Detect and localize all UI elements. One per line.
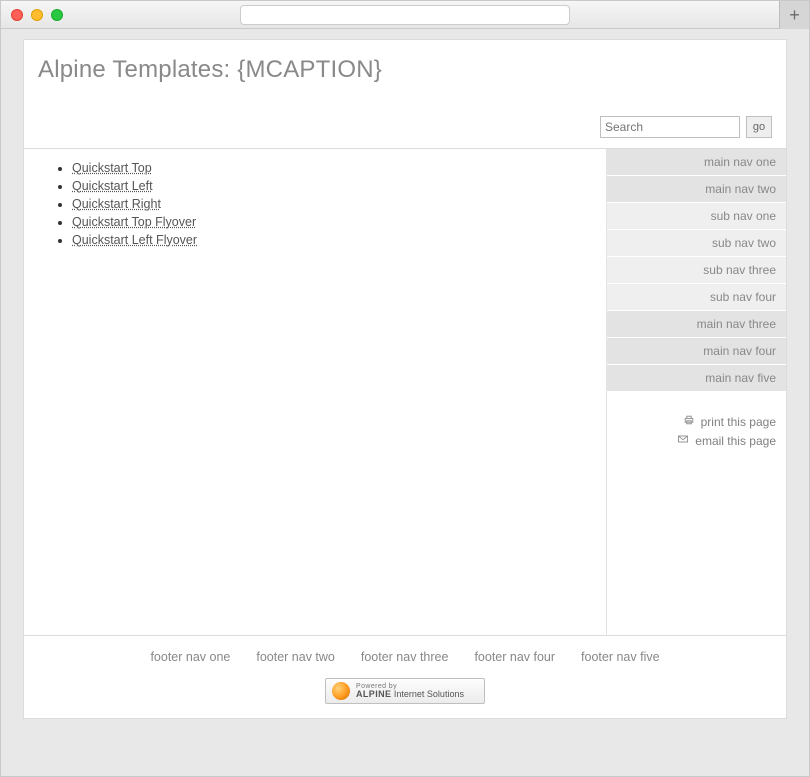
window-controls bbox=[1, 9, 63, 21]
page-title: Alpine Templates: {MCAPTION} bbox=[38, 56, 772, 84]
footer-link[interactable]: footer nav three bbox=[361, 650, 449, 664]
side-nav: main nav one main nav two sub nav one su… bbox=[607, 149, 786, 392]
footer-link[interactable]: footer nav one bbox=[150, 650, 230, 664]
email-page-label: email this page bbox=[695, 434, 776, 448]
body-columns: Quickstart Top Quickstart Left Quickstar… bbox=[24, 148, 786, 635]
badge-line2: ALPINE Internet Solutions bbox=[356, 690, 464, 699]
sidebar-sub-item[interactable]: sub nav four bbox=[607, 284, 786, 311]
page-tools: print this page email this page bbox=[607, 392, 786, 470]
page-viewport: Alpine Templates: {MCAPTION} go Quicksta… bbox=[1, 29, 809, 776]
badge-rest: Internet Solutions bbox=[391, 689, 464, 699]
sidebar-sub-item[interactable]: sub nav three bbox=[607, 257, 786, 284]
address-bar[interactable] bbox=[240, 5, 570, 25]
list-item: Quickstart Top Flyover bbox=[72, 213, 586, 231]
sidebar-item[interactable]: main nav five bbox=[607, 365, 786, 392]
quickstart-link[interactable]: Quickstart Top bbox=[72, 161, 152, 175]
quickstart-link[interactable]: Quickstart Left bbox=[72, 179, 153, 193]
sidebar-sub-item[interactable]: sub nav two bbox=[607, 230, 786, 257]
sidebar-item[interactable]: main nav four bbox=[607, 338, 786, 365]
list-item: Quickstart Right bbox=[72, 195, 586, 213]
content-card: Alpine Templates: {MCAPTION} go Quicksta… bbox=[23, 39, 787, 719]
list-item: Quickstart Left bbox=[72, 177, 586, 195]
search-input[interactable] bbox=[600, 116, 740, 138]
footer-link[interactable]: footer nav five bbox=[581, 650, 660, 664]
list-item: Quickstart Top bbox=[72, 159, 586, 177]
main-column: Quickstart Top Quickstart Left Quickstar… bbox=[24, 149, 606, 635]
sidebar-item[interactable]: main nav one bbox=[607, 149, 786, 176]
footer-link[interactable]: footer nav four bbox=[474, 650, 555, 664]
quickstart-list: Quickstart Top Quickstart Left Quickstar… bbox=[44, 159, 586, 249]
list-item: Quickstart Left Flyover bbox=[72, 231, 586, 249]
badge-brand: ALPINE bbox=[356, 689, 391, 699]
close-window-button[interactable] bbox=[11, 9, 23, 21]
footer-links: footer nav one footer nav two footer nav… bbox=[150, 650, 659, 664]
search-row: go bbox=[24, 92, 786, 148]
sidebar-sub-item[interactable]: sub nav one bbox=[607, 203, 786, 230]
side-column: main nav one main nav two sub nav one su… bbox=[606, 149, 786, 635]
search-go-button[interactable]: go bbox=[746, 116, 772, 138]
minimize-window-button[interactable] bbox=[31, 9, 43, 21]
printer-icon bbox=[683, 414, 695, 429]
zoom-window-button[interactable] bbox=[51, 9, 63, 21]
powered-by-badge[interactable]: Powered by ALPINE Internet Solutions bbox=[325, 678, 485, 704]
quickstart-link[interactable]: Quickstart Right bbox=[72, 197, 161, 211]
print-page-label: print this page bbox=[701, 415, 776, 429]
footer-link[interactable]: footer nav two bbox=[256, 650, 335, 664]
badge-text: Powered by ALPINE Internet Solutions bbox=[356, 683, 464, 699]
titlebar: + bbox=[1, 1, 809, 29]
alpine-logo-icon bbox=[332, 682, 350, 700]
new-tab-button[interactable]: + bbox=[779, 1, 809, 29]
print-page-link[interactable]: print this page bbox=[617, 412, 776, 431]
quickstart-link[interactable]: Quickstart Top Flyover bbox=[72, 215, 196, 229]
email-page-link[interactable]: email this page bbox=[617, 431, 776, 450]
sidebar-item[interactable]: main nav three bbox=[607, 311, 786, 338]
sidebar-item[interactable]: main nav two bbox=[607, 176, 786, 203]
quickstart-link[interactable]: Quickstart Left Flyover bbox=[72, 233, 197, 247]
page-header: Alpine Templates: {MCAPTION} bbox=[24, 40, 786, 92]
envelope-icon bbox=[677, 433, 689, 448]
footer: footer nav one footer nav two footer nav… bbox=[24, 635, 786, 718]
browser-window: + Alpine Templates: {MCAPTION} go Quicks… bbox=[0, 0, 810, 777]
